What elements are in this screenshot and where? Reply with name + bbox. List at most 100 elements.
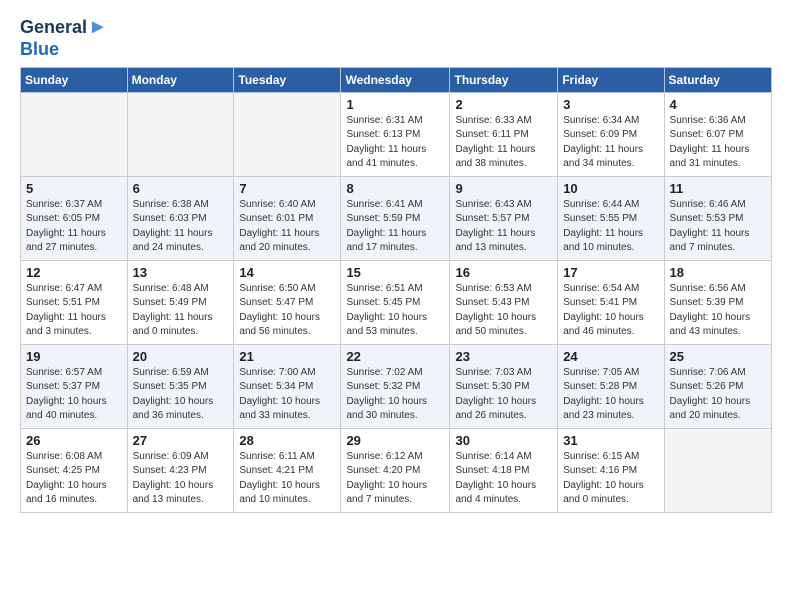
weekday-header: Friday bbox=[558, 67, 664, 92]
header: General ► Blue bbox=[20, 16, 772, 61]
day-info: Sunrise: 6:47 AM Sunset: 5:51 PM Dayligh… bbox=[26, 282, 122, 340]
day-number: 6 bbox=[133, 181, 229, 196]
day-number: 23 bbox=[455, 349, 552, 364]
day-number: 17 bbox=[563, 265, 658, 280]
day-number: 21 bbox=[239, 349, 335, 364]
weekday-header: Monday bbox=[127, 67, 234, 92]
day-info: Sunrise: 6:56 AM Sunset: 5:39 PM Dayligh… bbox=[670, 282, 766, 340]
calendar-day-cell: 11 Sunrise: 6:46 AM Sunset: 5:53 PM Dayli… bbox=[664, 176, 771, 260]
day-number: 26 bbox=[26, 433, 122, 448]
calendar-day-cell: 26 Sunrise: 6:08 AM Sunset: 4:25 PM Dayli… bbox=[21, 428, 128, 512]
day-info: Sunrise: 6:50 AM Sunset: 5:47 PM Dayligh… bbox=[239, 282, 335, 340]
day-info: Sunrise: 6:41 AM Sunset: 5:59 PM Dayligh… bbox=[346, 198, 444, 256]
day-info: Sunrise: 6:53 AM Sunset: 5:43 PM Dayligh… bbox=[455, 282, 552, 340]
day-info: Sunrise: 6:15 AM Sunset: 4:16 PM Dayligh… bbox=[563, 450, 658, 508]
day-info: Sunrise: 6:08 AM Sunset: 4:25 PM Dayligh… bbox=[26, 450, 122, 508]
day-number: 31 bbox=[563, 433, 658, 448]
weekday-header: Saturday bbox=[664, 67, 771, 92]
day-number: 19 bbox=[26, 349, 122, 364]
day-info: Sunrise: 6:40 AM Sunset: 6:01 PM Dayligh… bbox=[239, 198, 335, 256]
calendar-day-cell: 13 Sunrise: 6:48 AM Sunset: 5:49 PM Dayli… bbox=[127, 260, 234, 344]
day-info: Sunrise: 6:59 AM Sunset: 5:35 PM Dayligh… bbox=[133, 366, 229, 424]
day-info: Sunrise: 6:14 AM Sunset: 4:18 PM Dayligh… bbox=[455, 450, 552, 508]
calendar-day-cell: 6Sunrise: 6:38 AM Sunset: 6:03 PM Daylig… bbox=[127, 176, 234, 260]
day-number: 18 bbox=[670, 265, 766, 280]
calendar-day-cell: 10Sunrise: 6:44 AM Sunset: 5:55 PM Dayli… bbox=[558, 176, 664, 260]
calendar-header-row: SundayMondayTuesdayWednesdayThursdayFrid… bbox=[21, 67, 772, 92]
weekday-header: Tuesday bbox=[234, 67, 341, 92]
day-number: 11 bbox=[670, 181, 766, 196]
day-number: 22 bbox=[346, 349, 444, 364]
day-number: 8 bbox=[346, 181, 444, 196]
calendar-day-cell: 7 Sunrise: 6:40 AM Sunset: 6:01 PM Daylig… bbox=[234, 176, 341, 260]
calendar-day-cell: 8 Sunrise: 6:41 AM Sunset: 5:59 PM Daylig… bbox=[341, 176, 450, 260]
calendar-day-cell: 16 Sunrise: 6:53 AM Sunset: 5:43 PM Dayli… bbox=[450, 260, 558, 344]
day-info: Sunrise: 6:36 AM Sunset: 6:07 PM Dayligh… bbox=[670, 114, 766, 172]
calendar-day-cell: 28Sunrise: 6:11 AM Sunset: 4:21 PM Dayli… bbox=[234, 428, 341, 512]
day-number: 13 bbox=[133, 265, 229, 280]
day-info: Sunrise: 6:44 AM Sunset: 5:55 PM Dayligh… bbox=[563, 198, 658, 256]
calendar-day-cell: 19 Sunrise: 6:57 AM Sunset: 5:37 PM Dayli… bbox=[21, 344, 128, 428]
day-info: Sunrise: 6:48 AM Sunset: 5:49 PM Dayligh… bbox=[133, 282, 229, 340]
day-number: 3 bbox=[563, 97, 658, 112]
logo-blue: Blue bbox=[20, 39, 59, 61]
day-number: 27 bbox=[133, 433, 229, 448]
day-number: 24 bbox=[563, 349, 658, 364]
calendar-day-cell: 20 Sunrise: 6:59 AM Sunset: 5:35 PM Dayli… bbox=[127, 344, 234, 428]
calendar-day-cell bbox=[127, 92, 234, 176]
day-number: 20 bbox=[133, 349, 229, 364]
calendar-day-cell: 9 Sunrise: 6:43 AM Sunset: 5:57 PM Daylig… bbox=[450, 176, 558, 260]
day-info: Sunrise: 6:43 AM Sunset: 5:57 PM Dayligh… bbox=[455, 198, 552, 256]
day-info: Sunrise: 6:51 AM Sunset: 5:45 PM Dayligh… bbox=[346, 282, 444, 340]
day-number: 14 bbox=[239, 265, 335, 280]
day-number: 9 bbox=[455, 181, 552, 196]
calendar-day-cell: 15 Sunrise: 6:51 AM Sunset: 5:45 PM Dayli… bbox=[341, 260, 450, 344]
day-info: Sunrise: 6:57 AM Sunset: 5:37 PM Dayligh… bbox=[26, 366, 122, 424]
calendar-day-cell: 25 Sunrise: 7:06 AM Sunset: 5:26 PM Dayli… bbox=[664, 344, 771, 428]
day-number: 28 bbox=[239, 433, 335, 448]
day-number: 1 bbox=[346, 97, 444, 112]
day-info: Sunrise: 6:46 AM Sunset: 5:53 PM Dayligh… bbox=[670, 198, 766, 256]
day-number: 16 bbox=[455, 265, 552, 280]
calendar-day-cell: 4 Sunrise: 6:36 AM Sunset: 6:07 PM Daylig… bbox=[664, 92, 771, 176]
logo: General ► Blue bbox=[20, 16, 108, 61]
calendar-day-cell: 12 Sunrise: 6:47 AM Sunset: 5:51 PM Dayli… bbox=[21, 260, 128, 344]
day-info: Sunrise: 7:05 AM Sunset: 5:28 PM Dayligh… bbox=[563, 366, 658, 424]
day-info: Sunrise: 7:02 AM Sunset: 5:32 PM Dayligh… bbox=[346, 366, 444, 424]
calendar-week-row: 26 Sunrise: 6:08 AM Sunset: 4:25 PM Dayli… bbox=[21, 428, 772, 512]
calendar-day-cell: 23Sunrise: 7:03 AM Sunset: 5:30 PM Dayli… bbox=[450, 344, 558, 428]
calendar-day-cell bbox=[664, 428, 771, 512]
day-number: 15 bbox=[346, 265, 444, 280]
calendar-week-row: 5 Sunrise: 6:37 AM Sunset: 6:05 PM Daylig… bbox=[21, 176, 772, 260]
day-number: 29 bbox=[346, 433, 444, 448]
calendar-day-cell: 27 Sunrise: 6:09 AM Sunset: 4:23 PM Dayli… bbox=[127, 428, 234, 512]
calendar-table: SundayMondayTuesdayWednesdayThursdayFrid… bbox=[20, 67, 772, 513]
calendar-day-cell: 22 Sunrise: 7:02 AM Sunset: 5:32 PM Dayli… bbox=[341, 344, 450, 428]
calendar-day-cell bbox=[21, 92, 128, 176]
day-info: Sunrise: 6:09 AM Sunset: 4:23 PM Dayligh… bbox=[133, 450, 229, 508]
day-info: Sunrise: 6:37 AM Sunset: 6:05 PM Dayligh… bbox=[26, 198, 122, 256]
calendar-day-cell: 2Sunrise: 6:33 AM Sunset: 6:11 PM Daylig… bbox=[450, 92, 558, 176]
calendar-day-cell: 31 Sunrise: 6:15 AM Sunset: 4:16 PM Dayli… bbox=[558, 428, 664, 512]
calendar-week-row: 1 Sunrise: 6:31 AM Sunset: 6:13 PM Daylig… bbox=[21, 92, 772, 176]
day-number: 4 bbox=[670, 97, 766, 112]
day-info: Sunrise: 7:06 AM Sunset: 5:26 PM Dayligh… bbox=[670, 366, 766, 424]
calendar-week-row: 12 Sunrise: 6:47 AM Sunset: 5:51 PM Dayli… bbox=[21, 260, 772, 344]
day-number: 25 bbox=[670, 349, 766, 364]
day-number: 2 bbox=[455, 97, 552, 112]
weekday-header: Sunday bbox=[21, 67, 128, 92]
calendar-day-cell: 3 Sunrise: 6:34 AM Sunset: 6:09 PM Daylig… bbox=[558, 92, 664, 176]
day-info: Sunrise: 6:31 AM Sunset: 6:13 PM Dayligh… bbox=[346, 114, 444, 172]
calendar-week-row: 19 Sunrise: 6:57 AM Sunset: 5:37 PM Dayli… bbox=[21, 344, 772, 428]
page-container: General ► Blue SundayMondayTuesdayWednes… bbox=[0, 0, 792, 529]
weekday-header: Wednesday bbox=[341, 67, 450, 92]
calendar-day-cell: 24 Sunrise: 7:05 AM Sunset: 5:28 PM Dayli… bbox=[558, 344, 664, 428]
day-info: Sunrise: 6:12 AM Sunset: 4:20 PM Dayligh… bbox=[346, 450, 444, 508]
day-number: 5 bbox=[26, 181, 122, 196]
logo-arrow-icon: ► bbox=[88, 16, 108, 39]
day-info: Sunrise: 6:34 AM Sunset: 6:09 PM Dayligh… bbox=[563, 114, 658, 172]
day-number: 12 bbox=[26, 265, 122, 280]
day-number: 7 bbox=[239, 181, 335, 196]
calendar-day-cell: 18 Sunrise: 6:56 AM Sunset: 5:39 PM Dayli… bbox=[664, 260, 771, 344]
calendar-day-cell: 1 Sunrise: 6:31 AM Sunset: 6:13 PM Daylig… bbox=[341, 92, 450, 176]
